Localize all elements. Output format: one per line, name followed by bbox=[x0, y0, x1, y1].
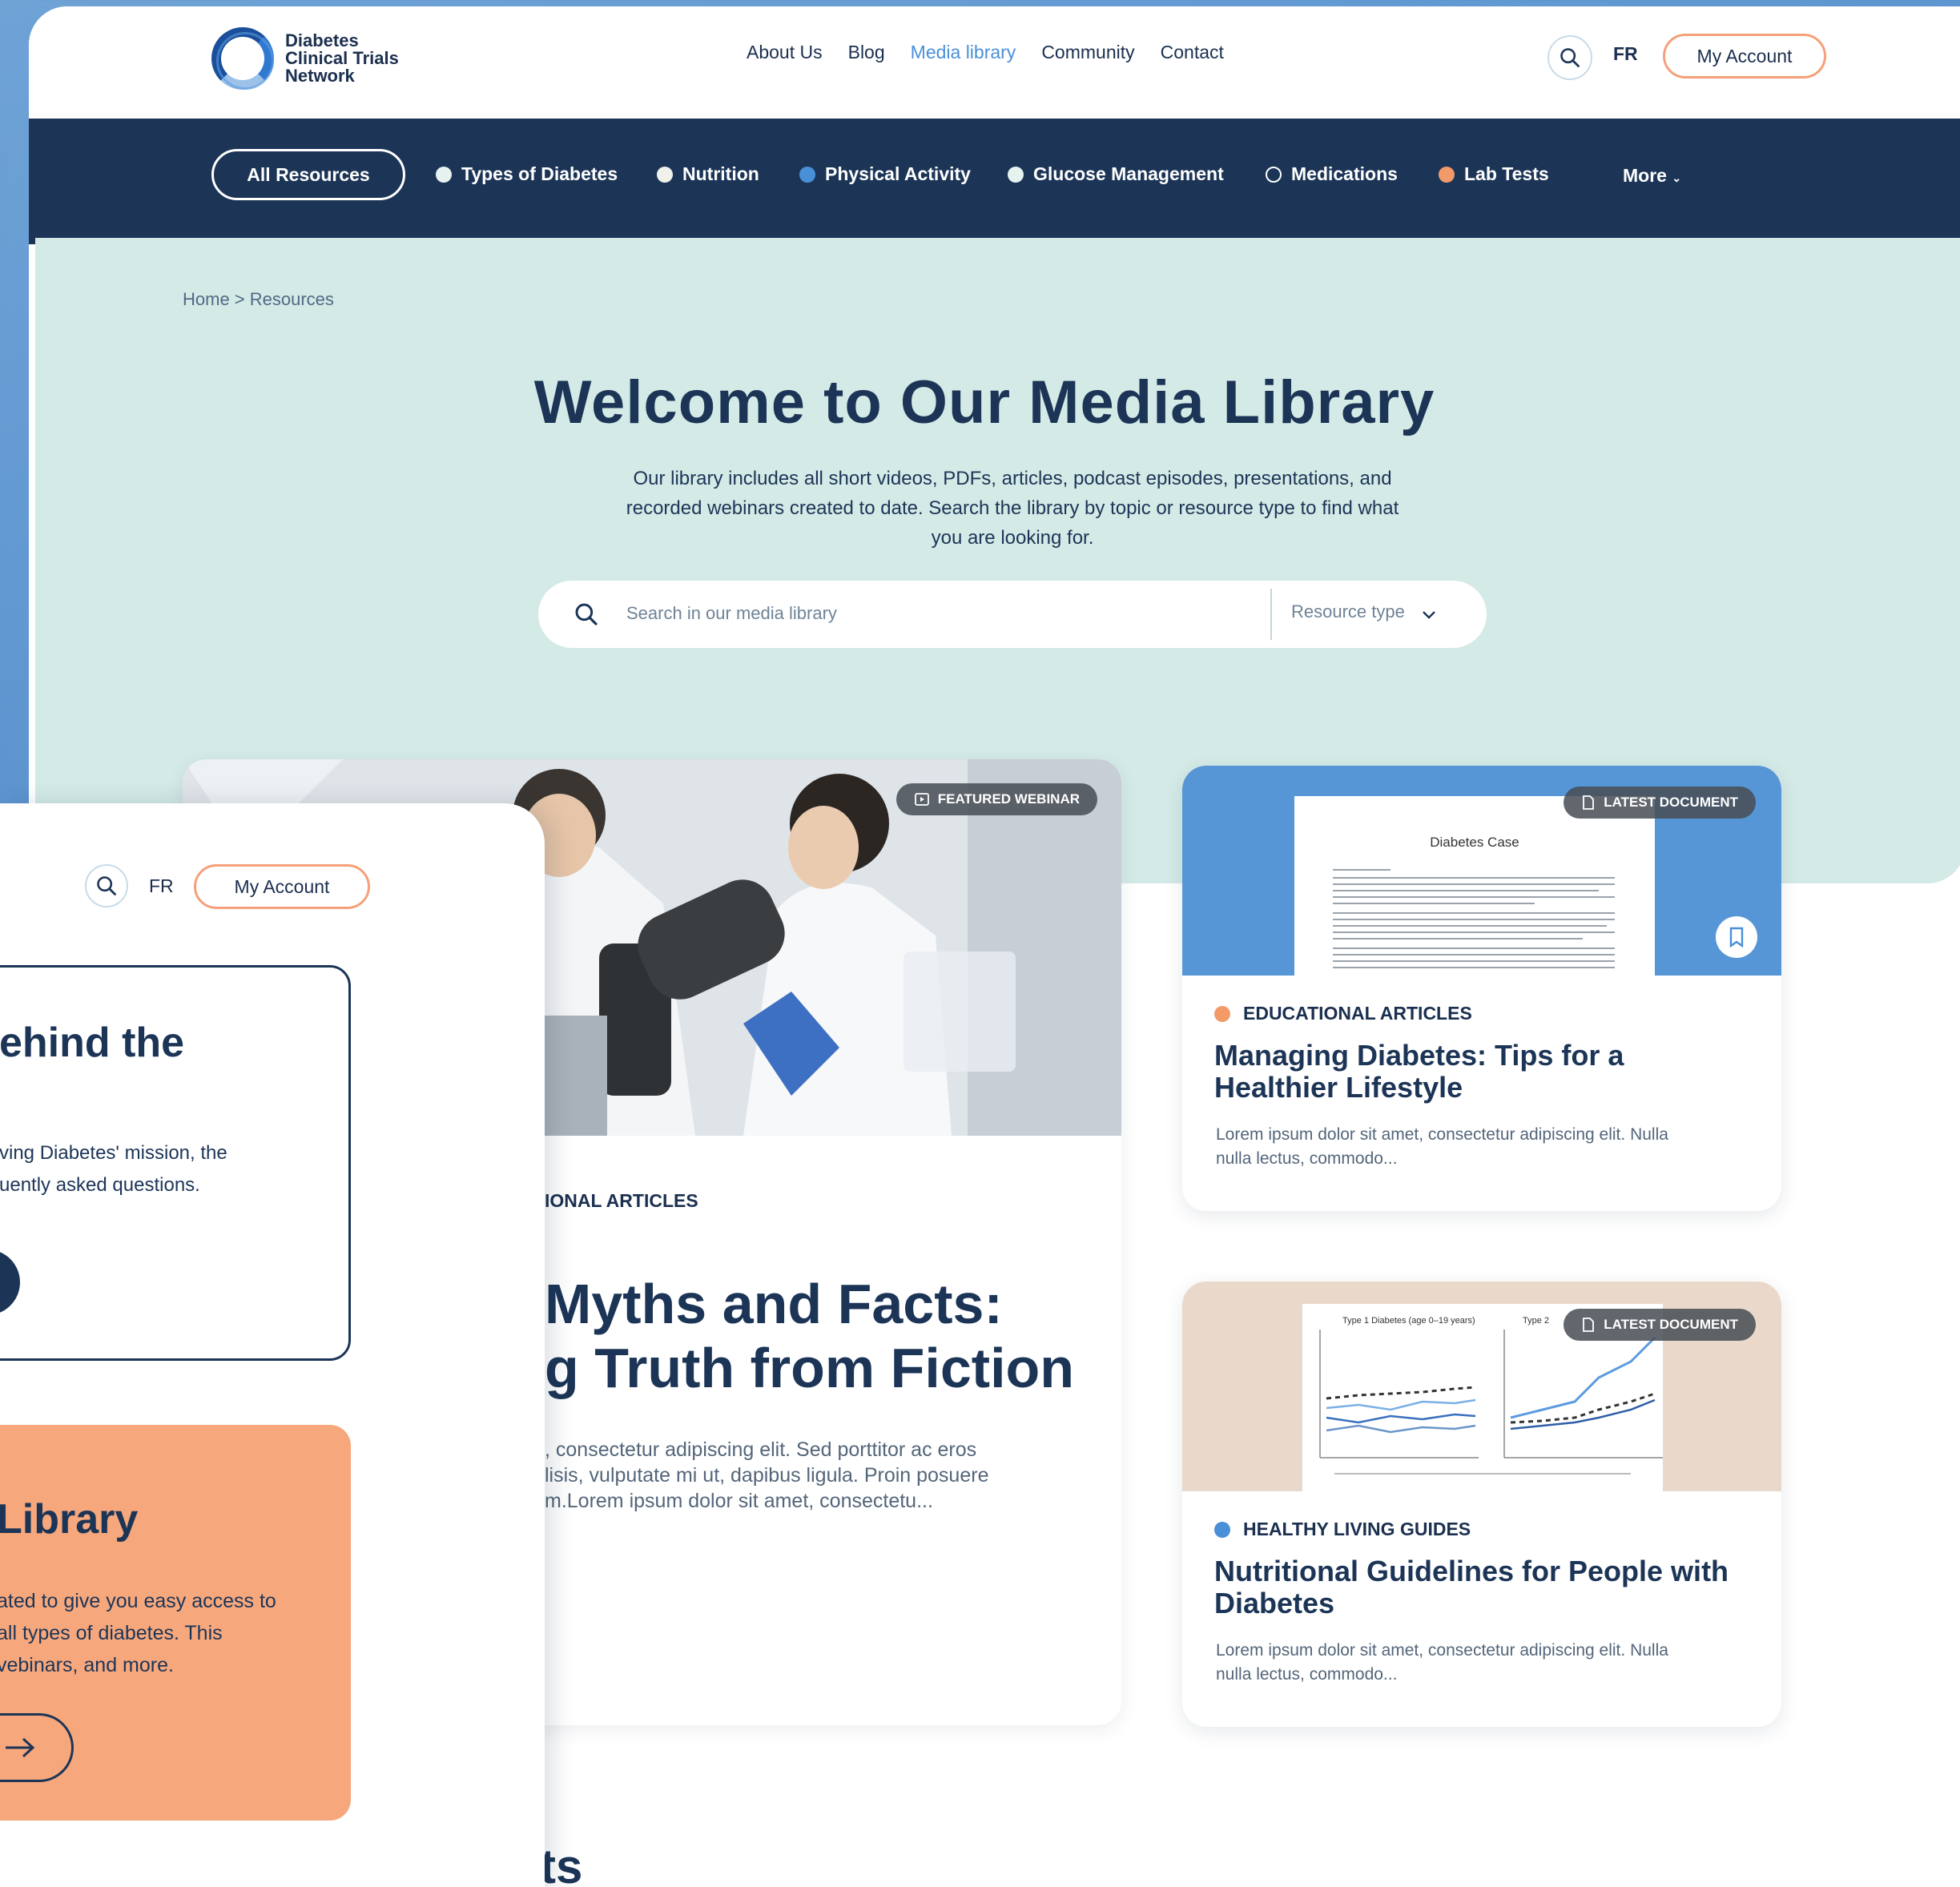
category-nutrition[interactable]: Nutrition bbox=[657, 163, 759, 185]
chart-preview-label-1: Type 1 Diabetes (age 0–19 years) bbox=[1342, 1316, 1475, 1326]
bookmark-button[interactable] bbox=[1716, 916, 1757, 958]
featured-category: IONAL ARTICLES bbox=[545, 1190, 698, 1211]
section-heading-fragment: ts bbox=[540, 1840, 583, 1887]
bookmark-icon bbox=[1729, 927, 1744, 948]
resource-card-2[interactable]: Type 1 Diabetes (age 0–19 years) Type 2 … bbox=[1182, 1281, 1781, 1727]
about-card-title: ehind the bbox=[0, 1020, 185, 1066]
breadcrumb[interactable]: Home > Resources bbox=[183, 289, 334, 310]
category-dot bbox=[657, 166, 673, 183]
nav-media-library[interactable]: Media library bbox=[911, 42, 1016, 63]
about-card-text: ving Diabetes' mission, the uently asked… bbox=[0, 1142, 227, 1196]
card-excerpt: Lorem ipsum dolor sit amet, consectetur … bbox=[1216, 1125, 1668, 1168]
logo-line-1: Diabetes bbox=[285, 30, 359, 50]
library-card-text: ated to give you easy access to all type… bbox=[0, 1590, 276, 1676]
document-preview: Diabetes Case bbox=[1294, 796, 1655, 980]
header-search-button[interactable] bbox=[1547, 35, 1592, 80]
category-glucose-management[interactable]: Glucose Management bbox=[1008, 163, 1224, 185]
search-icon bbox=[1560, 48, 1580, 67]
category-medications[interactable]: Medications bbox=[1266, 163, 1398, 185]
search-icon bbox=[575, 603, 598, 626]
card-category: HEALTHY LIVING GUIDES bbox=[1214, 1519, 1471, 1540]
category-dot bbox=[1266, 166, 1282, 183]
mobile-language-toggle[interactable]: FR bbox=[149, 875, 174, 897]
library-card-title: Library bbox=[0, 1496, 139, 1543]
featured-title[interactable]: Myths and Facts: g Truth from Fiction bbox=[545, 1272, 1074, 1400]
more-dropdown[interactable]: More ⌄ bbox=[1623, 165, 1681, 187]
category-types-of-diabetes[interactable]: Types of Diabetes bbox=[436, 163, 618, 185]
featured-excerpt: , consectetur adipiscing elit. Sed portt… bbox=[545, 1438, 989, 1512]
nav-community[interactable]: Community bbox=[1041, 42, 1134, 63]
site-logo[interactable]: Diabetes Clinical Trials Network bbox=[211, 27, 399, 90]
library-card-button[interactable] bbox=[0, 1713, 74, 1782]
featured-badge: FEATURED WEBINAR bbox=[895, 783, 1097, 815]
category-dot bbox=[1439, 166, 1455, 183]
video-icon bbox=[914, 793, 929, 806]
resource-card-1[interactable]: Diabetes Case LATEST DOCUMENT EDUCATIONA… bbox=[1182, 766, 1781, 1211]
arrow-right-icon bbox=[6, 1737, 35, 1758]
card-thumbnail: Diabetes Case LATEST DOCUMENT bbox=[1182, 766, 1781, 980]
all-resources-button[interactable]: All Resources bbox=[211, 149, 405, 200]
page-title: Welcome to Our Media Library bbox=[533, 368, 1435, 437]
mobile-my-account-button[interactable]: My Account bbox=[194, 864, 370, 909]
document-icon bbox=[1583, 1318, 1595, 1332]
resource-type-select[interactable]: Resource type bbox=[1291, 602, 1405, 622]
latest-document-badge: LATEST DOCUMENT bbox=[1564, 787, 1756, 819]
chevron-down-icon[interactable] bbox=[1418, 605, 1440, 624]
chart-preview-label-2: Type 2 bbox=[1523, 1316, 1549, 1326]
search-divider bbox=[1270, 589, 1272, 640]
page-subtitle: Our library includes all short videos, P… bbox=[626, 468, 1399, 549]
logo-ring-icon bbox=[211, 27, 274, 90]
document-lines bbox=[1333, 869, 1615, 968]
my-account-button[interactable]: My Account bbox=[1663, 34, 1826, 78]
card-title[interactable]: Managing Diabetes: Tips for a Healthier … bbox=[1214, 1040, 1743, 1104]
about-card-button[interactable] bbox=[0, 1249, 20, 1315]
card-category: EDUCATIONAL ARTICLES bbox=[1214, 1003, 1472, 1024]
category-lab-tests[interactable]: Lab Tests bbox=[1439, 163, 1549, 185]
category-physical-activity[interactable]: Physical Activity bbox=[799, 163, 971, 185]
about-card: ehind the ving Diabetes' mission, the ue… bbox=[0, 965, 351, 1361]
category-dot bbox=[1214, 1521, 1230, 1538]
top-header: Diabetes Clinical Trials Network About U… bbox=[29, 6, 1960, 119]
main-nav: About Us Blog Media library Community Co… bbox=[747, 42, 1224, 63]
category-dot bbox=[799, 166, 815, 183]
card-title[interactable]: Nutritional Guidelines for People with D… bbox=[1214, 1555, 1743, 1619]
logo-line-2: Clinical Trials bbox=[285, 48, 399, 68]
library-card: Library ated to give you easy access to … bbox=[0, 1425, 351, 1821]
chevron-down-icon: ⌄ bbox=[1672, 171, 1682, 184]
language-toggle[interactable]: FR bbox=[1613, 43, 1638, 65]
nav-about-us[interactable]: About Us bbox=[747, 42, 823, 63]
category-dot bbox=[1214, 1005, 1230, 1022]
media-search-bar: Search in our media library Resource typ… bbox=[538, 581, 1487, 648]
nav-blog[interactable]: Blog bbox=[848, 42, 885, 63]
category-bar: All Resources Types of Diabetes Nutritio… bbox=[29, 119, 1960, 244]
category-dot bbox=[1008, 166, 1024, 183]
latest-document-badge: LATEST DOCUMENT bbox=[1564, 1309, 1756, 1341]
search-icon bbox=[97, 876, 116, 895]
card-excerpt: Lorem ipsum dolor sit amet, consectetur … bbox=[1216, 1641, 1668, 1684]
logo-line-3: Network bbox=[285, 66, 355, 86]
nav-contact[interactable]: Contact bbox=[1161, 42, 1224, 63]
search-input[interactable]: Search in our media library bbox=[626, 603, 837, 624]
card-thumbnail: Type 1 Diabetes (age 0–19 years) Type 2 … bbox=[1182, 1281, 1781, 1491]
mobile-search-button[interactable] bbox=[85, 864, 128, 907]
mobile-view-panel: FR My Account ehind the ving Diabetes' m… bbox=[0, 803, 545, 1887]
document-icon bbox=[1583, 795, 1595, 810]
category-dot bbox=[436, 166, 452, 183]
